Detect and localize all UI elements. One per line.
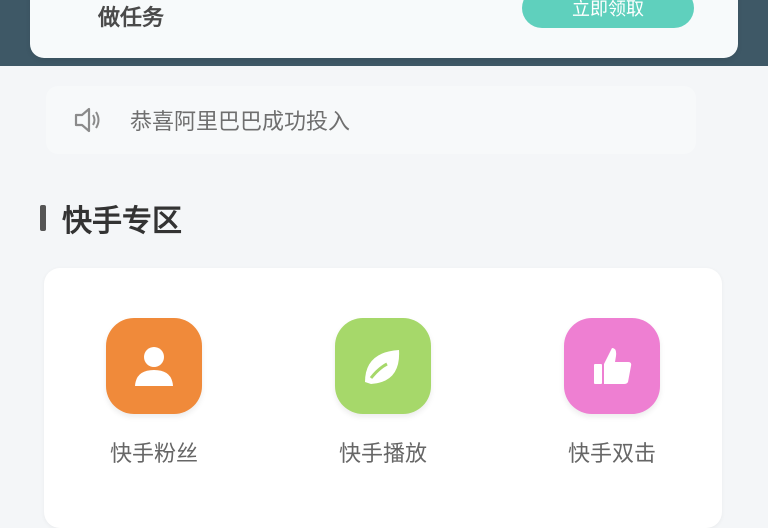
section-title: 快手专区	[62, 204, 182, 239]
thumbs-up-icon	[564, 318, 660, 414]
notice-text: 恭喜阿里巴巴成功投入	[130, 110, 351, 135]
section-header: 快手专区	[40, 198, 182, 239]
claim-button[interactable]: 立即领取	[522, 0, 694, 28]
top-card: 做任务 立即领取	[30, 0, 738, 58]
section-title-bar	[40, 205, 46, 231]
speaker-icon	[74, 107, 100, 133]
quick-item-label: 快手双击	[567, 442, 656, 467]
quick-item-play[interactable]: 快手播放	[313, 318, 453, 468]
quick-actions-card: 快手粉丝 快手播放 快手双击	[44, 268, 722, 528]
user-icon	[106, 318, 202, 414]
quick-item-like[interactable]: 快手双击	[542, 318, 682, 468]
quick-item-label: 快手播放	[338, 442, 427, 467]
quick-item-label: 快手粉丝	[109, 442, 198, 467]
task-label: 做任务	[98, 6, 165, 31]
notice-bar[interactable]: 恭喜阿里巴巴成功投入	[46, 86, 696, 154]
quick-item-fans[interactable]: 快手粉丝	[84, 318, 224, 468]
leaf-icon	[335, 318, 431, 414]
